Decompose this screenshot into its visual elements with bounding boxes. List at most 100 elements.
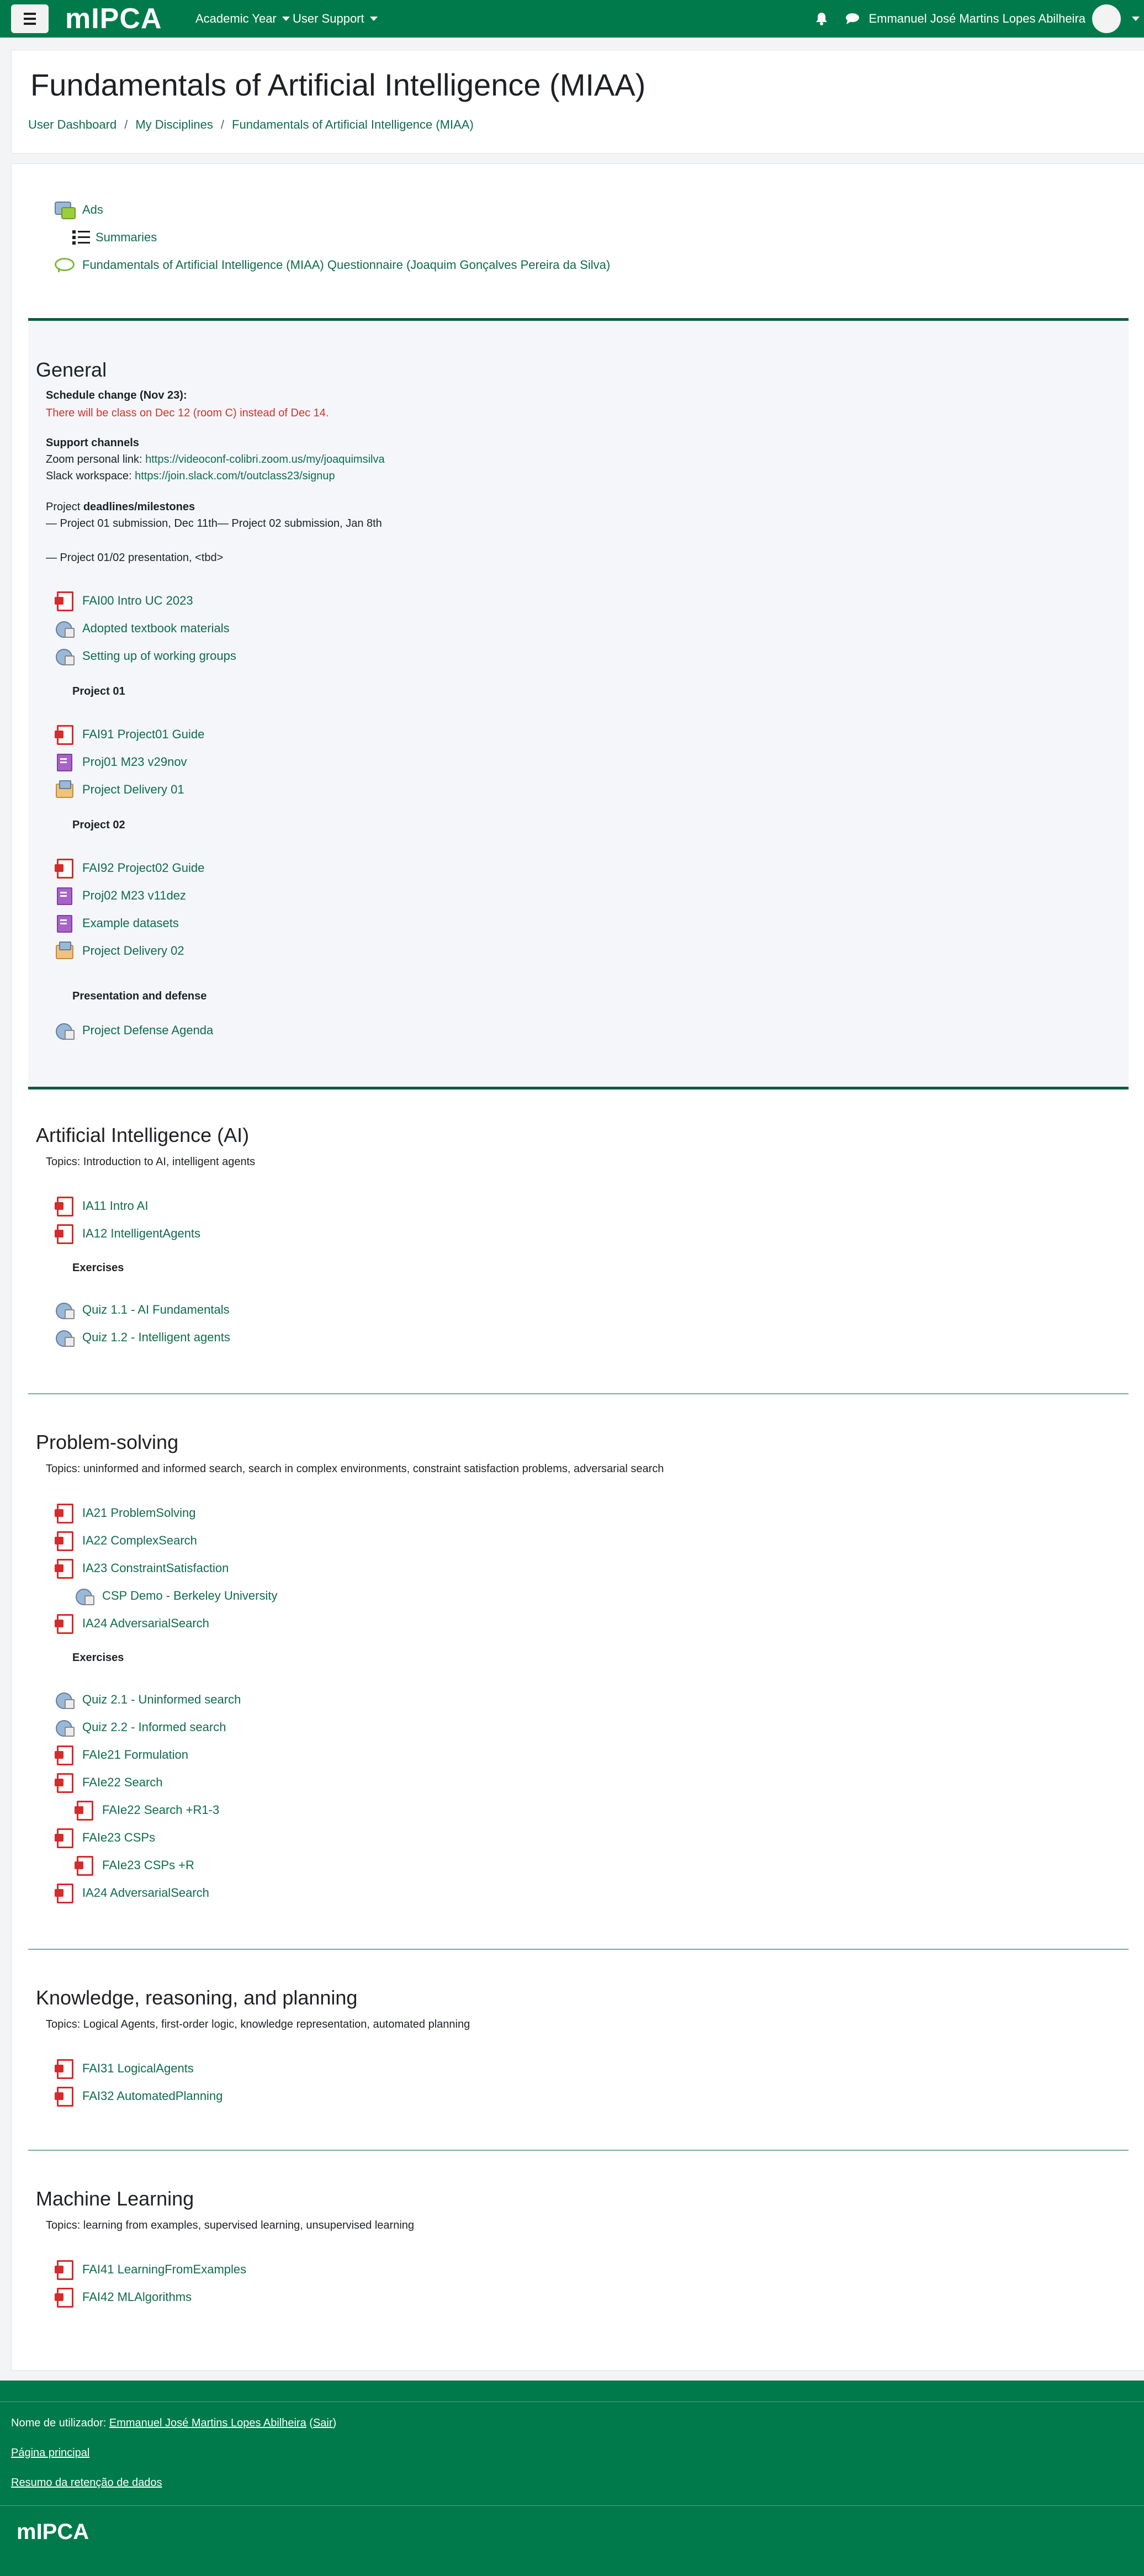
activity-delivery-01[interactable]: Project Delivery 01 bbox=[55, 780, 184, 799]
activity-delivery-02[interactable]: Project Delivery 02 bbox=[55, 941, 184, 960]
activity-proj01[interactable]: Proj01 M23 v29nov bbox=[55, 753, 187, 771]
activity-label: Ads bbox=[82, 203, 103, 216]
activity-faie22-r[interactable]: FAIe22 Search +R1-3 bbox=[75, 1801, 220, 1821]
activity-ia24-exercise[interactable]: IA24 AdversarialSearch bbox=[55, 1884, 209, 1903]
academic-year-label: Academic Year bbox=[195, 12, 277, 25]
activity-textbook[interactable]: Adopted textbook materials bbox=[55, 619, 230, 638]
activity-label: Project Delivery 01 bbox=[82, 782, 184, 796]
user-menu-name[interactable]: Emmanuel José Martins Lopes Abilheira bbox=[868, 12, 1085, 26]
pdf-icon bbox=[55, 2059, 76, 2079]
quiz-icon bbox=[55, 1718, 76, 1737]
activity-label: FAIe23 CSPs bbox=[82, 1831, 156, 1844]
activity-working-groups[interactable]: Setting up of working groups bbox=[55, 647, 236, 665]
pdf-icon bbox=[55, 2087, 76, 2107]
activity-fai42[interactable]: FAI42 MLAlgorithms bbox=[55, 2288, 192, 2308]
file-icon bbox=[55, 886, 76, 905]
user-menu-chevron-icon[interactable] bbox=[1132, 17, 1140, 21]
activity-label: Quiz 1.2 - Intelligent agents bbox=[82, 1330, 230, 1344]
activity-faie22[interactable]: FAIe22 Search bbox=[55, 1773, 163, 1793]
activity-label: Setting up of working groups bbox=[82, 649, 236, 663]
activity-csp-demo[interactable]: CSP Demo - Berkeley University bbox=[75, 1586, 277, 1605]
activity-quiz-2-2[interactable]: Quiz 2.2 - Informed search bbox=[55, 1718, 226, 1737]
activity-label: IA24 AdversarialSearch bbox=[82, 1616, 209, 1630]
activity-label: Proj01 M23 v29nov bbox=[82, 755, 187, 769]
activity-ads[interactable]: Ads bbox=[55, 200, 103, 219]
pdf-icon bbox=[75, 1801, 96, 1821]
pdf-icon bbox=[55, 1614, 76, 1634]
milestones-line-1: — Project 01 submission, Dec 11th— Proje… bbox=[46, 517, 382, 530]
footer-logout-link[interactable]: Sair bbox=[313, 2417, 333, 2429]
activity-label: Summaries bbox=[96, 230, 157, 244]
activity-ia21[interactable]: IA21 ProblemSolving bbox=[55, 1504, 195, 1524]
label-project-02: Project 02 bbox=[72, 819, 125, 831]
footer-user-link[interactable]: Emmanuel José Martins Lopes Abilheira bbox=[109, 2417, 306, 2429]
activity-ia22[interactable]: IA22 ComplexSearch bbox=[55, 1531, 197, 1551]
section-divider bbox=[28, 1393, 1129, 1394]
breadcrumb-course[interactable]: Fundamentals of Artificial Intelligence … bbox=[232, 118, 474, 132]
pdf-icon bbox=[55, 1197, 76, 1216]
section-divider bbox=[28, 1087, 1129, 1089]
activity-ia12[interactable]: IA12 IntelligentAgents bbox=[55, 1224, 200, 1244]
activity-quiz-1-2[interactable]: Quiz 1.2 - Intelligent agents bbox=[55, 1328, 230, 1347]
slack-link[interactable]: https://join.slack.com/t/outclass23/sign… bbox=[135, 470, 335, 482]
pdf-icon bbox=[55, 1531, 76, 1551]
user-support-menu[interactable]: User Support bbox=[293, 0, 378, 38]
activity-faie21[interactable]: FAIe21 Formulation bbox=[55, 1745, 188, 1765]
general-section-highlight bbox=[28, 321, 1129, 1088]
activity-fai91[interactable]: FAI91 Project01 Guide bbox=[55, 725, 205, 745]
zoom-link[interactable]: https://videoconf-colibri.zoom.us/my/joa… bbox=[145, 453, 385, 466]
menu-toggle-button[interactable] bbox=[11, 4, 49, 33]
site-logo[interactable]: mIPCA bbox=[65, 4, 162, 33]
activity-fai32[interactable]: FAI32 AutomatedPlanning bbox=[55, 2087, 223, 2107]
activity-quiz-1-1[interactable]: Quiz 1.1 - AI Fundamentals bbox=[55, 1300, 230, 1319]
messages-chat-icon[interactable] bbox=[845, 13, 860, 25]
activity-questionnaire[interactable]: Fundamentals of Artificial Intelligence … bbox=[55, 256, 610, 274]
breadcrumb-user-dashboard[interactable]: User Dashboard bbox=[28, 118, 116, 132]
activity-label: FAIe22 Search +R1-3 bbox=[102, 1803, 220, 1817]
chevron-down-icon bbox=[369, 17, 378, 21]
activity-faie23-r[interactable]: FAIe23 CSPs +R bbox=[75, 1856, 194, 1876]
activity-defense-agenda[interactable]: Project Defense Agenda bbox=[55, 1021, 213, 1040]
activity-quiz-2-1[interactable]: Quiz 2.1 - Uninformed search bbox=[55, 1690, 241, 1709]
section-topics-knowledge: Topics: Logical Agents, first-order logi… bbox=[46, 2018, 470, 2030]
avatar[interactable] bbox=[1092, 4, 1121, 33]
activity-summaries[interactable]: Summaries bbox=[72, 228, 157, 247]
section-title-problem-solving: Problem-solving bbox=[36, 1431, 179, 1453]
activity-fai92[interactable]: FAI92 Project02 Guide bbox=[55, 859, 205, 879]
milestones-bold: deadlines/milestones bbox=[83, 501, 195, 513]
footer-home-link[interactable]: Página principal bbox=[11, 2447, 89, 2459]
activity-datasets[interactable]: Example datasets bbox=[55, 914, 179, 933]
pdf-icon bbox=[55, 1773, 76, 1793]
activity-proj02[interactable]: Proj02 M23 v11dez bbox=[55, 886, 186, 905]
section-topics-problem-solving: Topics: uninformed and informed search, … bbox=[46, 1463, 664, 1475]
milestones-line-2: — Project 01/02 presentation, <tbd> bbox=[46, 552, 224, 564]
quiz-icon bbox=[55, 1300, 76, 1319]
activity-label: Quiz 2.2 - Informed search bbox=[82, 1720, 226, 1734]
assignment-icon bbox=[55, 780, 76, 799]
activity-fai31[interactable]: FAI31 LogicalAgents bbox=[55, 2059, 194, 2079]
url-icon bbox=[55, 647, 76, 665]
schedule-change-text: There will be class on Dec 12 (room C) i… bbox=[46, 407, 329, 419]
pdf-icon bbox=[55, 1884, 76, 1903]
footer-data-retention-link[interactable]: Resumo da retenção de dados bbox=[11, 2477, 162, 2489]
activity-fai00[interactable]: FAI00 Intro UC 2023 bbox=[55, 591, 193, 611]
activity-ia11[interactable]: IA11 Intro AI bbox=[55, 1197, 148, 1216]
notifications-bell-icon[interactable] bbox=[814, 12, 829, 26]
breadcrumb: User Dashboard / My Disciplines / Fundam… bbox=[28, 118, 474, 132]
breadcrumb-my-disciplines[interactable]: My Disciplines bbox=[135, 118, 213, 132]
section-title-general: General bbox=[36, 358, 107, 381]
file-icon bbox=[55, 914, 76, 933]
footer-logo: mIPCA bbox=[17, 2520, 89, 2544]
activity-label: IA24 AdversarialSearch bbox=[82, 1886, 209, 1900]
assignment-icon bbox=[55, 941, 76, 960]
activity-ia24[interactable]: IA24 AdversarialSearch bbox=[55, 1614, 209, 1634]
activity-ia23[interactable]: IA23 ConstraintSatisfaction bbox=[55, 1559, 229, 1579]
activity-label: FAI00 Intro UC 2023 bbox=[82, 594, 193, 607]
activity-label: FAI92 Project02 Guide bbox=[82, 861, 205, 875]
academic-year-menu[interactable]: Academic Year bbox=[195, 0, 290, 38]
activity-faie23[interactable]: FAIe23 CSPs bbox=[55, 1828, 156, 1848]
activity-fai41[interactable]: FAI41 LearningFromExamples bbox=[55, 2260, 246, 2280]
activity-label: FAI91 Project01 Guide bbox=[82, 727, 205, 741]
url-icon bbox=[75, 1586, 96, 1605]
top-navbar: mIPCA Academic Year User Support Emmanue… bbox=[0, 0, 1144, 38]
